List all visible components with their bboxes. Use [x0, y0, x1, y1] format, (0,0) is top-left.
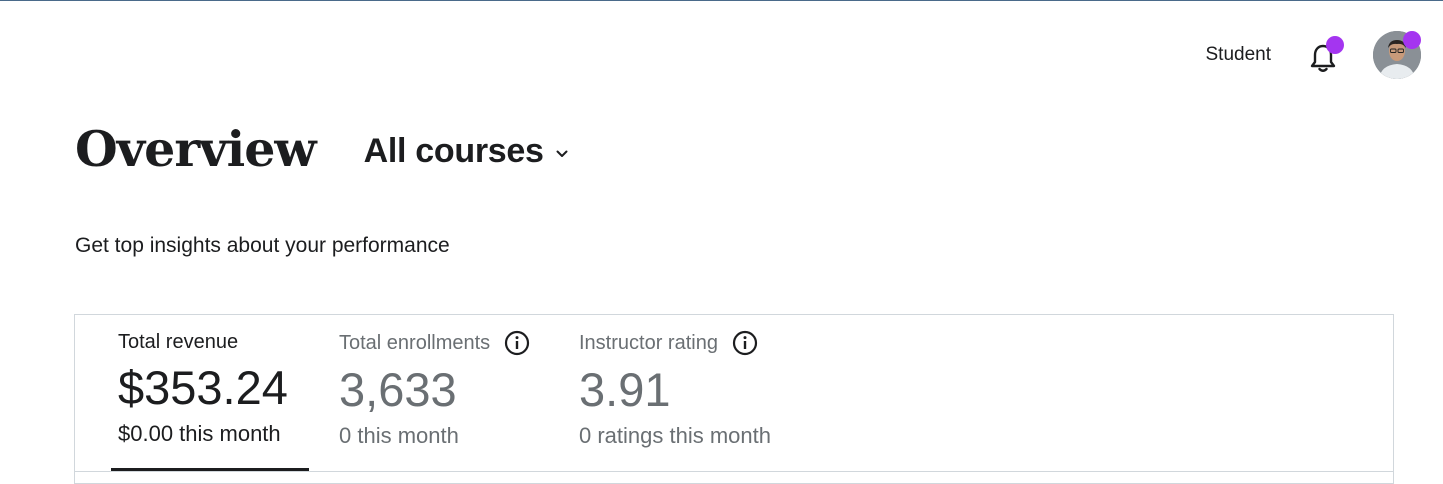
stat-label: Instructor rating [579, 331, 718, 354]
page-subtitle: Get top insights about your performance [75, 234, 450, 257]
page-title: Overview [75, 120, 317, 178]
stat-total-revenue[interactable]: Total revenue $353.24 $0.00 this month [118, 315, 288, 447]
stat-value: 3,633 [339, 363, 457, 416]
profile-menu-button[interactable] [1373, 31, 1421, 79]
chevron-down-icon [556, 150, 568, 157]
stat-value: $353.24 [118, 361, 288, 414]
stat-total-enrollments[interactable]: Total enrollments 3,633 0 this month [339, 315, 530, 449]
stat-value: 3.91 [579, 363, 671, 416]
title-row: Overview All courses [75, 118, 568, 180]
header-actions: Student [1206, 30, 1421, 80]
course-filter-dropdown[interactable]: All courses [364, 132, 568, 171]
info-icon[interactable] [732, 330, 758, 356]
stat-label: Total revenue [118, 330, 239, 353]
card-divider [75, 471, 1393, 472]
stat-label: Total enrollments [339, 331, 491, 354]
profile-badge [1403, 31, 1421, 49]
notification-badge [1326, 36, 1344, 54]
stat-sub: $0.00 this month [118, 421, 281, 446]
course-filter-label: All courses [363, 132, 544, 170]
stat-sub: 0 ratings this month [579, 423, 771, 448]
stat-instructor-rating[interactable]: Instructor rating 3.91 0 ratings this mo… [579, 315, 771, 449]
info-icon[interactable] [504, 330, 530, 356]
notifications-button[interactable] [1307, 36, 1344, 72]
student-view-link[interactable]: Student [1206, 44, 1272, 66]
top-border [0, 0, 1443, 1]
stats-card: Total revenue $353.24 $0.00 this month T… [74, 314, 1394, 484]
stat-sub: 0 this month [339, 423, 459, 448]
